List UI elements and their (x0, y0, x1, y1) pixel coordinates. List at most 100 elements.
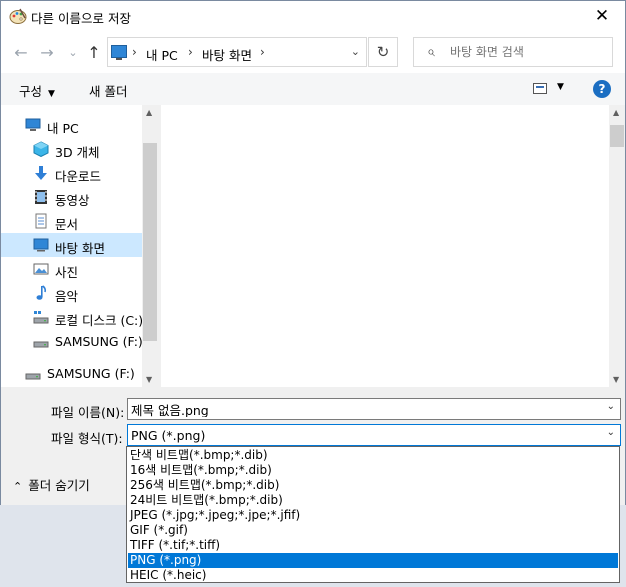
breadcrumb-desktop[interactable]: 바탕 화면 (202, 45, 252, 64)
filetype-dropdown-list[interactable]: 단색 비트맵(*.bmp;*.dib) 16색 비트맵(*.bmp;*.dib)… (126, 446, 620, 583)
navigation-bar: ← → ⌄ ↑ › 내 PC › 바탕 화면 › ⌄ ↻ ⌕ (1, 31, 625, 73)
filename-input[interactable] (131, 401, 601, 417)
desktop-icon (33, 238, 49, 252)
hide-folders-button[interactable]: ⌃ 폴더 숨기기 (13, 475, 90, 494)
sidebar-item-label: 다운로드 (55, 169, 102, 184)
pc-icon (111, 45, 127, 60)
breadcrumb-separator: › (260, 45, 265, 59)
new-folder-button[interactable]: 새 폴더 (89, 81, 127, 100)
close-button[interactable]: ✕ (579, 1, 625, 31)
organize-label: 구성 (19, 84, 43, 99)
refresh-icon: ↻ (376, 43, 390, 61)
recent-locations-button[interactable]: ⌄ (63, 42, 83, 62)
sidebar-item-3d-objects[interactable]: 3D 개체 (1, 137, 142, 161)
filename-combobox[interactable]: ⌄ (127, 398, 621, 420)
sidebar-item-pictures[interactable]: 사진 (1, 257, 142, 281)
scrollbar-thumb[interactable] (143, 143, 157, 341)
sidebar-item-label: 사진 (55, 265, 79, 280)
filetype-select[interactable]: PNG (*.png) ⌄ (127, 424, 621, 446)
usb-drive-icon (25, 373, 41, 380)
filetype-option[interactable]: 16색 비트맵(*.bmp;*.dib) (128, 463, 618, 478)
sidebar-item-downloads[interactable]: 다운로드 (1, 161, 142, 185)
sidebar-item-label: 3D 개체 (55, 145, 100, 160)
sidebar-item-local-disk[interactable]: 로컬 디스크 (C:) (1, 305, 144, 329)
filetype-option-selected[interactable]: PNG (*.png) (128, 553, 618, 568)
filetype-option[interactable]: JPEG (*.jpg;*.jpeg;*.jpe;*.jfif) (128, 508, 618, 523)
sidebar-item-desktop[interactable]: 바탕 화면 (1, 233, 142, 257)
up-button[interactable]: ↑ (84, 42, 104, 62)
paint-app-icon (9, 8, 27, 24)
content-scrollbar[interactable]: ▲ ▼ (609, 105, 625, 387)
breadcrumb-separator: › (188, 45, 193, 59)
scroll-down-icon[interactable]: ▼ (613, 375, 619, 384)
usb-drive-icon (33, 341, 49, 348)
back-button[interactable]: ← (11, 42, 31, 62)
pictures-icon (33, 263, 49, 275)
drive-icon (33, 311, 49, 324)
address-dropdown-icon[interactable]: ⌄ (351, 45, 360, 58)
chevron-down-icon: ▼ (48, 89, 55, 99)
download-icon (35, 166, 47, 180)
hide-folders-label: 폴더 숨기기 (28, 478, 90, 493)
filetype-label: 파일 형식(T): (51, 431, 123, 446)
filetype-option[interactable]: HEIC (*.heic) (128, 568, 618, 583)
breadcrumb-this-pc[interactable]: 내 PC (146, 45, 178, 64)
navigation-pane: 내 PC 3D 개체 다운로드 동영상 문서 바탕 화면 사진 음악 로컬 디스… (1, 105, 158, 387)
chevron-down-icon: ⌄ (68, 45, 78, 59)
forward-button[interactable]: → (37, 42, 57, 62)
filetype-option[interactable]: TIFF (*.tif;*.tiff) (128, 538, 618, 553)
forward-arrow-icon: → (40, 42, 54, 62)
file-list-pane[interactable]: ▲ ▼ (161, 105, 625, 387)
filetype-option[interactable]: 단색 비트맵(*.bmp;*.dib) (128, 448, 618, 463)
close-icon: ✕ (594, 6, 610, 26)
view-options-icon[interactable] (533, 83, 547, 94)
sidebar-item-label: 로컬 디스크 (C:) (55, 313, 144, 328)
sidebar-item-label: 바탕 화면 (55, 241, 105, 256)
filetype-option[interactable]: 24비트 비트맵(*.bmp;*.dib) (128, 493, 618, 508)
search-icon: ⌕ (427, 44, 435, 60)
sidebar-item-music[interactable]: 음악 (1, 281, 142, 305)
chevron-down-icon[interactable]: ▼ (557, 82, 564, 92)
music-icon (36, 285, 47, 300)
refresh-button[interactable]: ↻ (368, 37, 398, 67)
organize-button[interactable]: 구성 ▼ (19, 81, 55, 100)
sidebar-scrollbar[interactable]: ▲ ▼ (142, 105, 158, 387)
help-button[interactable]: ? (593, 80, 611, 98)
breadcrumb-separator: › (132, 45, 137, 59)
filetype-option[interactable]: 256색 비트맵(*.bmp;*.dib) (128, 478, 618, 493)
title-bar: 다른 이름으로 저장 ✕ (1, 1, 625, 31)
scrollbar-thumb[interactable] (610, 125, 624, 147)
sidebar-item-documents[interactable]: 문서 (1, 209, 142, 233)
chevron-up-icon: ⌃ (13, 480, 23, 493)
sidebar-item-samsung-f-root[interactable]: SAMSUNG (F:) (1, 361, 142, 385)
save-as-dialog: 다른 이름으로 저장 ✕ ← → ⌄ ↑ › 내 PC › 바탕 화면 › ⌄ … (0, 0, 626, 505)
filetype-option[interactable]: GIF (*.gif) (128, 523, 618, 538)
scroll-down-icon[interactable]: ▼ (146, 375, 152, 384)
search-input[interactable] (450, 42, 605, 62)
sidebar-item-label: 문서 (55, 217, 79, 232)
pc-icon (25, 118, 41, 131)
sidebar-item-label: SAMSUNG (F:) (47, 366, 135, 381)
search-box[interactable]: ⌕ (413, 37, 613, 67)
up-arrow-icon: ↑ (87, 42, 101, 62)
sidebar-item-videos[interactable]: 동영상 (1, 185, 142, 209)
sidebar-item-this-pc[interactable]: 내 PC (1, 113, 142, 137)
document-icon (35, 213, 47, 229)
chevron-down-icon[interactable]: ⌄ (607, 427, 615, 438)
window-title: 다른 이름으로 저장 (31, 11, 131, 26)
sidebar-item-label: 내 PC (47, 121, 79, 136)
3d-objects-icon (33, 141, 49, 157)
scroll-up-icon[interactable]: ▲ (613, 108, 619, 117)
sidebar-item-samsung-f[interactable]: SAMSUNG (F:) (1, 329, 143, 353)
sidebar-item-label: 음악 (55, 289, 79, 304)
command-bar: 구성 ▼ 새 폴더 ▼ ? (1, 73, 625, 105)
back-arrow-icon: ← (14, 42, 28, 62)
scroll-up-icon[interactable]: ▲ (146, 108, 152, 117)
sidebar-item-label: SAMSUNG (F:) (55, 334, 143, 349)
filename-label: 파일 이름(N): (51, 405, 125, 420)
filetype-selected-value: PNG (*.png) (131, 428, 206, 443)
chevron-down-icon[interactable]: ⌄ (607, 401, 615, 412)
sidebar-item-label: 동영상 (55, 193, 90, 208)
address-bar[interactable]: › 내 PC › 바탕 화면 › ⌄ (107, 37, 367, 67)
video-icon (35, 190, 47, 204)
